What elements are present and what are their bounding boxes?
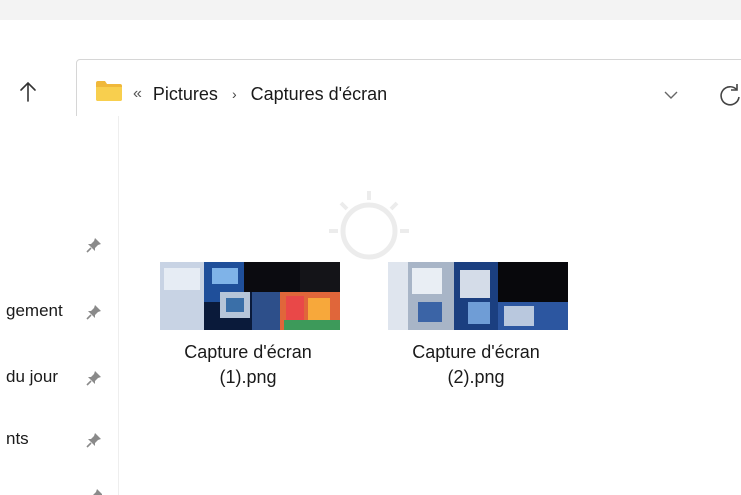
quick-access-item[interactable]: du jour bbox=[0, 362, 118, 392]
pin-icon[interactable] bbox=[84, 235, 104, 255]
file-item[interactable]: Capture d'écran (2).png bbox=[376, 262, 568, 412]
file-thumbnail bbox=[160, 262, 340, 330]
pin-icon[interactable] bbox=[86, 486, 102, 495]
chevron-down-icon[interactable] bbox=[661, 88, 681, 102]
quick-access-item[interactable]: nts bbox=[0, 424, 118, 454]
crumb-separator[interactable]: › bbox=[232, 86, 237, 102]
file-thumbnail bbox=[388, 262, 568, 330]
pin-icon[interactable] bbox=[84, 368, 104, 388]
file-name-line: Capture d'écran bbox=[412, 342, 540, 362]
up-button[interactable] bbox=[14, 78, 42, 106]
refresh-icon[interactable] bbox=[717, 82, 741, 108]
folder-icon bbox=[96, 81, 122, 101]
pin-icon[interactable] bbox=[84, 302, 104, 322]
file-name-line: (1).png bbox=[219, 367, 277, 387]
file-name-line: Capture d'écran bbox=[184, 342, 312, 362]
crumb-captures[interactable]: Captures d'écran bbox=[251, 84, 388, 105]
navigation-pane: gement du jour nts bbox=[0, 116, 119, 495]
crumb-pictures[interactable]: Pictures bbox=[153, 84, 218, 105]
nav-item-label: gement bbox=[6, 301, 63, 320]
file-name-line: (2).png bbox=[447, 367, 505, 387]
up-arrow-icon bbox=[20, 81, 36, 102]
overflow-crumbs-button[interactable]: « bbox=[133, 85, 142, 103]
file-list: Capture d'écran (1).png Capture d'écran … bbox=[119, 116, 741, 495]
quick-access-item[interactable]: gement bbox=[0, 296, 118, 326]
file-name: Capture d'écran (2).png bbox=[376, 340, 576, 390]
quick-access-item[interactable] bbox=[0, 229, 118, 259]
toolbar: « Pictures › Captures d'écran bbox=[0, 20, 741, 129]
nav-item-label: du jour bbox=[6, 367, 58, 386]
pin-icon[interactable] bbox=[84, 430, 104, 450]
breadcrumb: « Pictures › Captures d'écran bbox=[133, 80, 387, 108]
title-strip bbox=[0, 0, 741, 21]
nav-item-label: nts bbox=[6, 429, 29, 448]
file-item[interactable]: Capture d'écran (1).png bbox=[148, 262, 340, 412]
file-name: Capture d'écran (1).png bbox=[148, 340, 348, 390]
